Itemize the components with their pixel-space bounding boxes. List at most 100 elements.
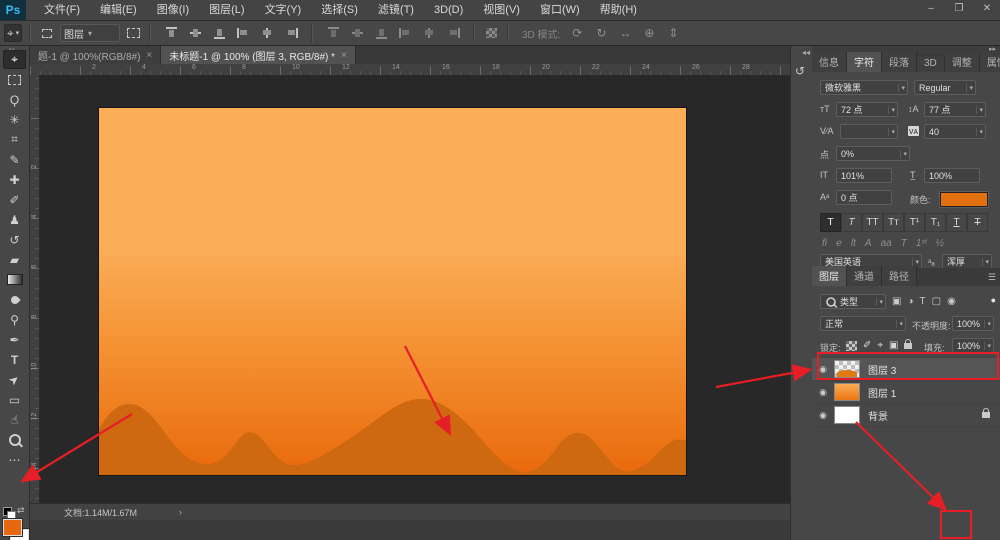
visibility-eye-icon[interactable]: ◉ [812,410,834,421]
expand-dock-icon[interactable]: ◂◂ [802,48,810,57]
distribute-vertical-centers-icon[interactable] [348,24,366,42]
font-size-dropdown[interactable]: 72 点▾ [836,102,898,117]
vertical-scale-input[interactable]: 101% [836,168,892,183]
healing-brush-tool[interactable]: ✚ [3,170,26,189]
3d-roll-icon[interactable]: ↻ [592,24,610,42]
font-family-dropdown[interactable]: 微软雅黑▾ [820,80,908,95]
menu-item-5[interactable]: 选择(S) [311,0,368,20]
tracking-dropdown[interactable]: 40▾ [924,124,986,139]
auto-select-icon[interactable] [38,24,56,42]
document-tab-0[interactable]: 题-1 @ 100%(RGB/8#)× [30,46,161,64]
panel-tab-属性[interactable]: 属性 [980,52,1000,72]
align-vertical-centers-icon[interactable] [186,24,204,42]
menu-item-9[interactable]: 窗口(W) [530,0,590,20]
filter-shape-layers-icon[interactable]: ▢ [932,296,941,307]
ligatures-button[interactable]: fi [822,238,827,249]
menu-item-3[interactable]: 图层(L) [199,0,254,20]
lock-position-icon[interactable]: ⌖ [877,340,883,351]
strikethrough-button[interactable]: T [967,213,988,232]
faux-bold-button[interactable]: T [820,213,841,232]
align-right-edges-icon[interactable] [282,24,300,42]
filter-pixel-layers-icon[interactable]: ▣ [892,296,901,307]
tab-close-icon[interactable]: × [146,50,152,61]
distribute-right-edges-icon[interactable] [444,24,462,42]
visibility-eye-icon[interactable]: ◉ [812,364,834,375]
horizontal-scale-input[interactable]: 100% [924,168,980,183]
default-colors-icon[interactable] [3,507,15,519]
3d-orbit-icon[interactable]: ⟳ [568,24,586,42]
canvas[interactable] [99,108,686,475]
blend-mode-dropdown[interactable]: 正常▾ [820,316,906,331]
auto-align-icon[interactable] [482,24,500,42]
filter-type-layers-icon[interactable]: T [920,296,926,307]
panel-tab-信息[interactable]: 信息 [812,52,847,72]
panel-tab-图层[interactable]: 图层 [812,266,847,286]
kerning-dropdown[interactable]: ▾ [840,124,898,139]
zoom-tool[interactable] [3,430,26,449]
text-color-swatch[interactable] [940,192,988,207]
blur-tool[interactable] [3,290,26,309]
layer-filter-dropdown[interactable]: 类型▾ [820,294,886,309]
panel-tab-路径[interactable]: 路径 [882,266,917,286]
align-bottom-edges-icon[interactable] [210,24,228,42]
shape-tool[interactable]: ▭ [3,390,26,409]
document-tab-1[interactable]: 未标题-1 @ 100% (图层 3, RGB/8#) *× [161,46,356,64]
eraser-tool[interactable]: ▰ [3,250,26,269]
superscript-button[interactable]: T¹ [904,213,925,232]
opacity-dropdown[interactable]: 100%▾ [952,316,994,331]
layer-thumbnail[interactable] [834,383,860,401]
3d-pan-icon[interactable]: ↔ [616,24,634,42]
layer-thumbnail[interactable] [834,360,860,378]
menu-item-4[interactable]: 文字(Y) [255,0,312,20]
antialias-dropdown[interactable]: 浑厚▾ [942,254,992,269]
menu-item-6[interactable]: 滤镜(T) [368,0,424,20]
auto-select-target-dropdown[interactable]: 图层▾ [60,24,120,42]
transform-controls-icon[interactable] [124,24,142,42]
filter-toggle-icon[interactable]: ● [991,295,996,305]
align-horizontal-centers-icon[interactable] [258,24,276,42]
lock-image-pixels-icon[interactable]: ✐ [863,340,871,351]
subscript-button[interactable]: T₁ [925,213,946,232]
brush-tool[interactable]: ✐ [3,190,26,209]
marquee-tool[interactable] [3,70,26,89]
lasso-tool[interactable]: Ϙ [3,90,26,109]
close-button[interactable]: ✕ [980,0,994,18]
align-left-edges-icon[interactable] [234,24,252,42]
distribute-top-edges-icon[interactable] [324,24,342,42]
distribute-bottom-edges-icon[interactable] [372,24,390,42]
history-brush-tool[interactable]: ↺ [3,230,26,249]
panel-tab-段落[interactable]: 段落 [882,52,917,72]
swap-colors-icon[interactable]: ⇄ [17,505,25,516]
underline-button[interactable]: T [946,213,967,232]
layer-row-1[interactable]: ◉图层 1 [812,381,1000,404]
crop-tool[interactable]: ⌗ [3,130,26,149]
menu-item-7[interactable]: 3D(D) [424,0,473,20]
horizontal-ruler[interactable]: 24681012141618202224262830 [30,64,790,76]
filter-smart-objects-icon[interactable]: ◉ [947,296,956,307]
vertical-ruler[interactable]: 246810121416 [30,75,40,519]
3d-slide-icon[interactable]: ⊕ [640,24,658,42]
foreground-color-swatch[interactable] [3,519,22,536]
swash-button[interactable]: A [865,238,872,249]
edit-toolbar[interactable]: ⋯ [3,450,26,469]
small-caps-button[interactable]: Tᴛ [883,213,904,232]
font-style-dropdown[interactable]: Regular▾ [914,80,976,95]
eyedropper-tool[interactable]: ✎ [3,150,26,169]
fractions-button[interactable]: ½ [936,238,944,249]
lock-artboard-icon[interactable]: ▣ [889,340,898,351]
restore-button[interactable]: ❐ [952,0,966,18]
titling-alternates-button[interactable]: T [901,238,907,249]
history-panel-icon[interactable]: ↺ [795,64,805,78]
leading-dropdown[interactable]: 77 点▾ [924,102,986,117]
fill-dropdown[interactable]: 100%▾ [952,338,994,353]
menu-item-0[interactable]: 文件(F) [34,0,90,20]
tab-close-icon[interactable]: × [341,50,347,61]
menu-item-8[interactable]: 视图(V) [473,0,530,20]
menu-item-1[interactable]: 编辑(E) [90,0,147,20]
minimize-button[interactable]: – [924,0,938,18]
faux-italic-button[interactable]: T [841,213,862,232]
gradient-tool[interactable] [3,270,26,289]
panel-tab-通道[interactable]: 通道 [847,266,882,286]
clone-stamp-tool[interactable]: ♟ [3,210,26,229]
ordinals-button[interactable]: 1ˢᵗ [916,238,927,249]
